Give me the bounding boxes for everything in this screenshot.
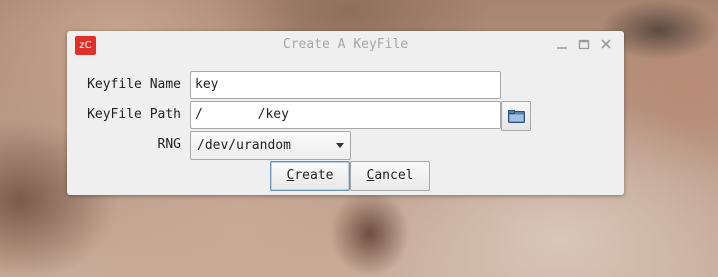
- minimize-icon[interactable]: [555, 37, 569, 51]
- keyfile-name-input[interactable]: key: [190, 71, 501, 99]
- cancel-button[interactable]: Cancel: [350, 161, 430, 191]
- keyfile-path-input[interactable]: / /key: [190, 101, 501, 129]
- close-icon[interactable]: [599, 37, 613, 51]
- create-button-label: reate: [294, 168, 334, 183]
- window-title: Create A KeyFile: [282, 37, 409, 52]
- folder-icon: [508, 110, 525, 123]
- rng-select[interactable]: /dev/urandom: [190, 131, 351, 160]
- cancel-button-label: ancel: [374, 168, 414, 183]
- keyfile-name-label: Keyfile Name: [87, 77, 181, 92]
- background-shade: [330, 190, 410, 277]
- browse-folder-button[interactable]: [501, 101, 531, 131]
- maximize-icon[interactable]: [577, 37, 591, 51]
- keyfile-path-label: KeyFile Path: [87, 107, 181, 122]
- create-keyfile-dialog: zC Create A KeyFile Keyfile Name key Key…: [67, 31, 624, 195]
- title-bar[interactable]: zC Create A KeyFile: [67, 31, 624, 59]
- chevron-down-icon: [336, 143, 344, 148]
- create-button[interactable]: Create: [270, 161, 350, 191]
- rng-label: RNG: [157, 137, 181, 152]
- rng-selected-value: /dev/urandom: [197, 138, 291, 153]
